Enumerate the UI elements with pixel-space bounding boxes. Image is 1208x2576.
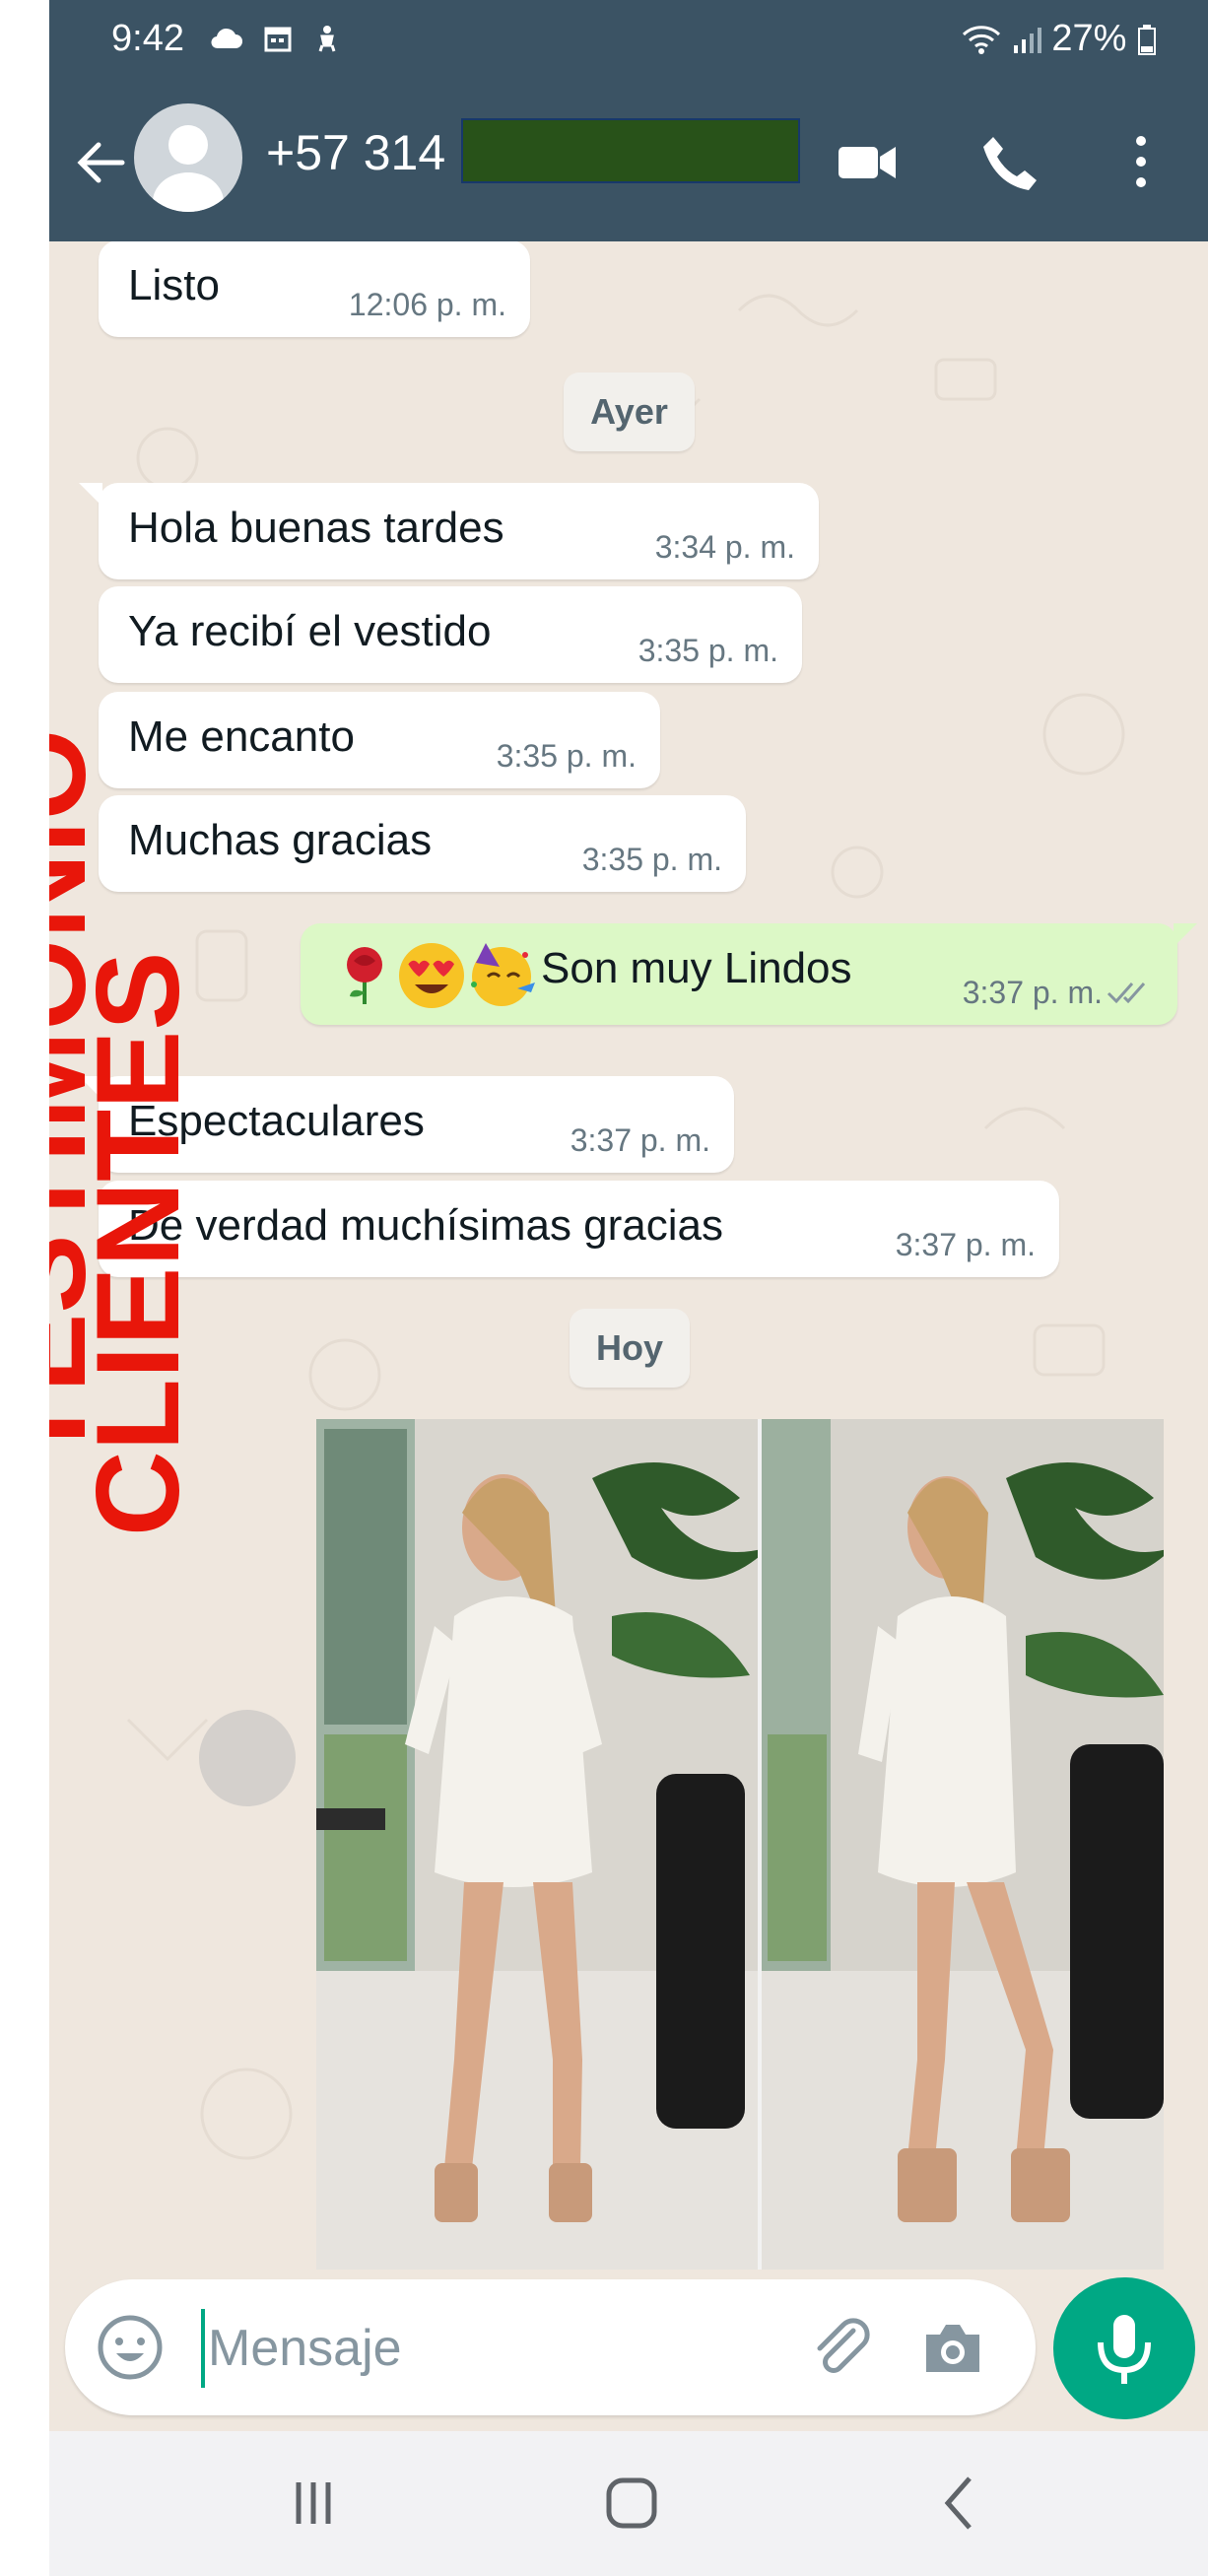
bubble-tail — [1174, 923, 1197, 947]
paperclip-icon[interactable] — [808, 2313, 877, 2382]
mic-button[interactable] — [1053, 2277, 1195, 2419]
default-avatar-icon — [153, 125, 224, 212]
back-nav-icon[interactable] — [926, 2469, 995, 2538]
message-text: Ya recibí el vestido — [128, 607, 492, 655]
message-bubble[interactable]: Muchas gracias 3:35 p. m. — [99, 795, 746, 892]
signal-icon — [1013, 27, 1041, 53]
status-notification-icons — [209, 18, 342, 56]
text-cursor — [201, 2309, 205, 2388]
overlay-line2-text: CLIENTES — [72, 951, 204, 1536]
contact-name[interactable]: +57 314 — [266, 124, 445, 181]
avatar[interactable] — [134, 103, 242, 212]
rose-emoji-icon — [347, 947, 382, 1004]
double-check-icon — [1107, 983, 1146, 1004]
message-time: 3:35 p. m. — [581, 842, 722, 877]
message-bubble[interactable]: Hola buenas tardes 3:34 p. m. — [79, 483, 819, 579]
message-time: 3:37 p. m. — [962, 975, 1103, 1010]
recent-apps-icon[interactable] — [279, 2469, 348, 2538]
message-text: Me encanto — [128, 712, 355, 761]
arrow-left-icon[interactable] — [71, 133, 130, 192]
message-text: Hola buenas tardes — [128, 504, 504, 552]
heart-eyes-emoji-icon — [399, 943, 464, 1008]
system-nav-bar — [49, 2431, 1208, 2576]
message-time: 12:06 p. m. — [348, 287, 506, 322]
input-placeholder: Mensaje — [208, 2320, 402, 2377]
message-text: Muchas gracias — [128, 816, 433, 864]
wifi-icon — [963, 26, 1001, 54]
phone-screen: 9:42 27% +57 314 Listo 12:06 p. m. Ayer … — [49, 0, 1208, 2576]
home-icon[interactable] — [597, 2469, 666, 2538]
battery-percent: 27% — [1051, 18, 1127, 59]
redaction-box — [461, 118, 800, 183]
outgoing-message-bubble[interactable]: Son muy Lindos 3:37 p. m. — [301, 923, 1197, 1025]
video-call-icon[interactable] — [833, 127, 902, 196]
chat-area[interactable]: Listo 12:06 p. m. Ayer Hola buenas tarde… — [49, 241, 1208, 2431]
status-time: 9:42 — [111, 18, 184, 59]
message-time: 3:35 p. m. — [496, 738, 637, 774]
phone-icon[interactable] — [975, 127, 1044, 196]
message-time: 3:37 p. m. — [570, 1122, 710, 1158]
camera-icon[interactable] — [918, 2313, 987, 2382]
image-message[interactable] — [316, 1419, 1164, 2270]
message-time: 3:34 p. m. — [654, 529, 795, 565]
status-bar: 9:42 27% — [49, 0, 1208, 84]
bubble-tail — [79, 483, 102, 507]
message-bubble[interactable]: Me encanto 3:35 p. m. — [99, 692, 660, 788]
battery-icon — [1138, 24, 1156, 55]
photo-illustration — [316, 1419, 1164, 2270]
scroll-indicator[interactable] — [199, 1710, 296, 1806]
message-text: Listo — [128, 261, 220, 309]
message-bubble[interactable]: Listo 12:06 p. m. — [99, 241, 530, 337]
calendar-icon — [264, 27, 292, 52]
cloud-icon — [211, 28, 242, 49]
mic-icon — [1098, 2315, 1151, 2384]
message-bubble[interactable]: Ya recibí el vestido 3:35 p. m. — [99, 586, 802, 683]
more-vert-icon[interactable] — [1107, 127, 1175, 196]
party-face-emoji-icon — [471, 943, 535, 1006]
date-chip-today: Hoy — [570, 1309, 690, 1388]
message-text: De verdad muchísimas gracias — [128, 1201, 724, 1250]
message-text: Son muy Lindos — [541, 944, 852, 992]
date-chip-yesterday: Ayer — [564, 373, 695, 451]
message-input[interactable]: Mensaje — [65, 2279, 1036, 2415]
chat-header: +57 314 — [49, 84, 1208, 241]
emoji-icon[interactable] — [95, 2312, 166, 2383]
accessibility-icon — [318, 26, 336, 52]
status-right: 27% — [962, 18, 1157, 60]
message-time: 3:35 p. m. — [638, 633, 778, 668]
message-time: 3:37 p. m. — [895, 1227, 1036, 1262]
message-bubble[interactable]: De verdad muchísimas gracias 3:37 p. m. — [99, 1181, 1059, 1277]
overlay-title-line2: CLIENTES — [72, 952, 204, 1536]
